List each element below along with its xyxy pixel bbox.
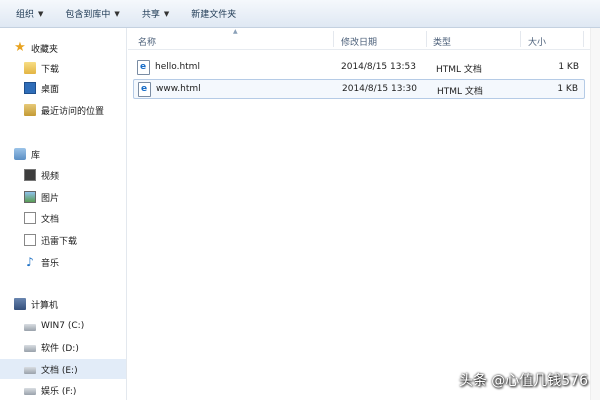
file-size: 1 KB (558, 62, 579, 72)
organize-label: 组织 (16, 10, 35, 20)
nav-item-thunder-downloads[interactable]: 迅雷下载 (0, 230, 126, 250)
nav-item-videos[interactable]: 视频 (0, 165, 126, 185)
nav-label: 图片 (41, 193, 60, 204)
html-file-icon: e (137, 60, 150, 75)
new-folder-label: 新建文件夹 (191, 10, 237, 20)
column-divider[interactable] (583, 31, 584, 47)
music-icon: ♪ (26, 255, 34, 269)
document-icon (24, 212, 36, 224)
nav-label: 视频 (41, 171, 60, 182)
chevron-down-icon: ▼ (38, 9, 44, 18)
nav-label: WIN7 (C:) (41, 321, 85, 331)
nav-label: 迅雷下载 (41, 236, 78, 247)
star-icon: ★ (14, 40, 26, 55)
drive-icon (24, 388, 36, 395)
picture-icon (24, 191, 36, 203)
nav-label: 最近访问的位置 (41, 106, 105, 117)
column-header-bar: ▲ 名称 修改日期 类型 大小 (128, 28, 590, 50)
nav-item-recent-places[interactable]: 最近访问的位置 (0, 100, 126, 120)
nav-item-pictures[interactable]: 图片 (0, 187, 126, 207)
sort-ascending-icon: ▲ (233, 28, 238, 35)
nav-label: 计算机 (31, 300, 59, 311)
nav-item-desktop[interactable]: 桌面 (0, 78, 126, 98)
nav-item-drive-d[interactable]: 软件 (D:) (0, 337, 126, 357)
column-header-modified[interactable]: 修改日期 (341, 35, 377, 48)
nav-item-music[interactable]: ♪ 音乐 (0, 252, 126, 272)
organize-button[interactable]: 组织 ▼ (10, 3, 49, 25)
column-header-size[interactable]: 大小 (528, 35, 546, 48)
include-in-library-label: 包含到库中 (65, 10, 111, 20)
vertical-scrollbar[interactable] (590, 28, 600, 400)
nav-label: 收藏夹 (31, 44, 59, 55)
library-icon (14, 148, 26, 160)
nav-label: 音乐 (41, 258, 60, 269)
file-type: HTML 文档 (437, 87, 483, 97)
drive-icon (24, 367, 36, 374)
new-folder-button[interactable]: 新建文件夹 (185, 3, 242, 25)
nav-label: 下载 (41, 64, 60, 75)
file-name: hello.html (155, 62, 200, 72)
html-file-icon: e (138, 82, 151, 97)
navigation-pane: ★ 收藏夹 下载 桌面 最近访问的位置 库 视频 图片 文档 迅雷下载 ♪ 音乐… (0, 28, 127, 400)
command-bar: 组织 ▼ 包含到库中 ▼ 共享 ▼ 新建文件夹 (0, 0, 600, 28)
file-modified: 2014/8/15 13:53 (341, 62, 416, 72)
column-header-type[interactable]: 类型 (433, 35, 451, 48)
column-header-name[interactable]: 名称 (138, 35, 156, 48)
file-name: www.html (156, 84, 201, 94)
column-divider[interactable] (426, 31, 427, 47)
column-divider[interactable] (520, 31, 521, 47)
drive-icon (24, 324, 36, 331)
computer-icon (14, 298, 26, 310)
file-modified: 2014/8/15 13:30 (342, 84, 417, 94)
nav-label: 软件 (D:) (41, 343, 79, 354)
chevron-down-icon: ▼ (114, 9, 120, 18)
recent-places-icon (24, 104, 36, 116)
download-folder-icon (24, 62, 36, 74)
drive-icon (24, 345, 36, 352)
nav-item-drive-e[interactable]: 文档 (E:) (0, 359, 126, 379)
share-label: 共享 (141, 10, 160, 20)
nav-item-documents[interactable]: 文档 (0, 208, 126, 228)
nav-label: 文档 (E:) (41, 365, 78, 376)
thunder-download-icon (24, 234, 36, 246)
desktop-icon (24, 82, 36, 94)
nav-item-drive-c[interactable]: WIN7 (C:) (0, 316, 126, 336)
file-size: 1 KB (557, 84, 578, 94)
chevron-down-icon: ▼ (163, 9, 170, 18)
nav-label: 库 (31, 150, 41, 161)
column-divider[interactable] (333, 31, 334, 47)
nav-libraries[interactable]: 库 (0, 144, 126, 164)
nav-label: 桌面 (41, 84, 60, 95)
watermark-text: 头条 @心值几钱576 (458, 373, 588, 389)
include-in-library-button[interactable]: 包含到库中 ▼ (59, 3, 125, 25)
nav-item-downloads[interactable]: 下载 (0, 58, 126, 78)
nav-computer[interactable]: 计算机 (0, 294, 126, 314)
video-icon (24, 169, 36, 181)
file-row-www[interactable]: e www.html 2014/8/15 13:30 HTML 文档 1 KB (133, 79, 585, 99)
nav-favorites[interactable]: ★ 收藏夹 (0, 38, 126, 58)
nav-label: 娱乐 (F:) (41, 386, 77, 397)
nav-item-drive-f[interactable]: 娱乐 (F:) (0, 380, 126, 400)
nav-label: 文档 (41, 214, 60, 225)
share-button[interactable]: 共享 ▼ (136, 3, 175, 25)
file-row-hello[interactable]: e hello.html 2014/8/15 13:53 HTML 文档 1 K… (133, 58, 585, 78)
file-type: HTML 文档 (436, 65, 482, 75)
